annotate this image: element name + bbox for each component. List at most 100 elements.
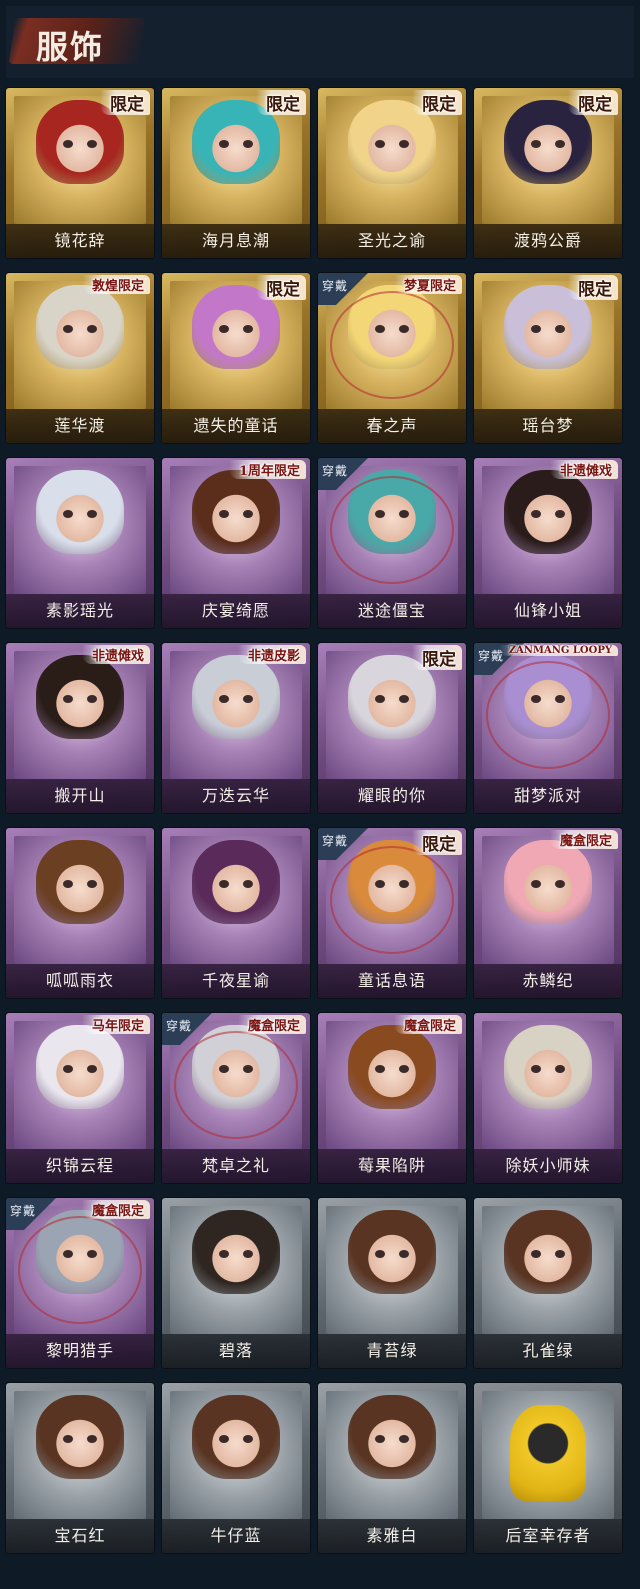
worn-tag-label: 穿戴 xyxy=(166,1019,193,1033)
character-eyes xyxy=(375,1065,409,1073)
costume-card[interactable]: 穿戴 限定 童话息语 xyxy=(318,828,466,998)
worn-tag: 穿戴 xyxy=(162,1013,220,1045)
character-eyes xyxy=(63,1065,97,1073)
costume-name: 搬开山 xyxy=(54,786,106,805)
worn-ring-decoration xyxy=(330,476,454,584)
costume-card[interactable]: 呱呱雨衣 xyxy=(6,828,154,998)
costume-name: 瑶台梦 xyxy=(522,416,574,435)
costume-name: 童话息语 xyxy=(357,971,426,990)
costume-card[interactable]: 穿戴 迷途僵宝 xyxy=(318,458,466,628)
costume-card[interactable]: 穿戴 魔盒限定黎明猎手 xyxy=(6,1198,154,1368)
costume-card[interactable]: 千夜星谕 xyxy=(162,828,310,998)
costume-card[interactable]: 素影瑶光 xyxy=(6,458,154,628)
costume-card[interactable]: 非遗傩戏仙锋小姐 xyxy=(474,458,622,628)
costume-name: 海月息潮 xyxy=(201,231,270,250)
costume-name: 耀眼的你 xyxy=(357,786,426,805)
character-eyes xyxy=(219,1250,253,1258)
worn-tag: 穿戴 xyxy=(318,828,376,860)
limited-badge: 魔盒限定 xyxy=(237,1015,306,1034)
character-eyes xyxy=(63,695,97,703)
costume-card[interactable]: 宝石红 xyxy=(6,1383,154,1553)
costume-name: 春之声 xyxy=(366,416,418,435)
costume-name: 织锦云程 xyxy=(45,1156,114,1175)
character-eyes xyxy=(219,880,253,888)
costume-card[interactable]: 马年限定织锦云程 xyxy=(6,1013,154,1183)
costume-name: 后室幸存者 xyxy=(505,1526,591,1545)
costume-card[interactable]: 魔盒限定莓果陷阱 xyxy=(318,1013,466,1183)
limited-badge: ZANMANG LOOPY xyxy=(498,645,618,656)
costume-name: 素雅白 xyxy=(366,1526,418,1545)
limited-badge: 魔盒限定 xyxy=(549,830,618,849)
costume-card[interactable]: 牛仔蓝 xyxy=(162,1383,310,1553)
costume-card[interactable]: 孔雀绿 xyxy=(474,1198,622,1368)
costume-card[interactable]: 碧落 xyxy=(162,1198,310,1368)
costume-card[interactable]: 青苔绿 xyxy=(318,1198,466,1368)
costume-card[interactable]: 非遗皮影万迭云华 xyxy=(162,643,310,813)
costume-card[interactable]: 限定耀眼的你 xyxy=(318,643,466,813)
character-eyes xyxy=(219,325,253,333)
costume-name: 莓果陷阱 xyxy=(357,1156,426,1175)
costume-name: 万迭云华 xyxy=(201,786,270,805)
costume-card[interactable]: 穿戴 梦夏限定春之声 xyxy=(318,273,466,443)
limited-badge: 魔盒限定 xyxy=(81,1200,150,1219)
costume-name: 千夜星谕 xyxy=(201,971,270,990)
character-eyes xyxy=(375,1250,409,1258)
costume-name: 莲华渡 xyxy=(54,416,106,435)
limited-badge: 1周年限定 xyxy=(228,460,306,479)
limited-badge: 非遗皮影 xyxy=(237,645,306,664)
costume-card[interactable]: 限定 瑶台梦 xyxy=(474,273,622,443)
character-eyes xyxy=(63,140,97,148)
costume-card[interactable]: 除妖小师妹 xyxy=(474,1013,622,1183)
worn-tag: 穿戴 xyxy=(318,458,376,490)
costume-card[interactable]: 非遗傩戏 搬开山 xyxy=(6,643,154,813)
worn-tag-label: 穿戴 xyxy=(322,464,349,478)
worn-tag: 穿戴 xyxy=(318,273,376,305)
character-eyes xyxy=(531,880,565,888)
costume-card[interactable]: 穿戴 ZANMANG LOOPY 甜梦派对 xyxy=(474,643,622,813)
costume-card[interactable]: 后室幸存者 xyxy=(474,1383,622,1553)
worn-ring-decoration xyxy=(486,661,610,769)
character-eyes xyxy=(375,1435,409,1443)
costume-card[interactable]: 限定 渡鸦公爵 xyxy=(474,88,622,258)
costume-name: 梵卓之礼 xyxy=(201,1156,270,1175)
costume-card[interactable]: 限定 遗失的童话 xyxy=(162,273,310,443)
costume-card[interactable]: 1周年限定庆宴绮愿 xyxy=(162,458,310,628)
limited-badge: 限定 xyxy=(568,90,618,115)
limited-badge: 限定 xyxy=(412,645,462,670)
character-eyes xyxy=(219,510,253,518)
costume-card[interactable]: 素雅白 xyxy=(318,1383,466,1553)
limited-badge: 限定 xyxy=(412,90,462,115)
limited-badge: 非遗傩戏 xyxy=(549,460,618,479)
character-eyes xyxy=(531,1065,565,1073)
worn-tag-label: 穿戴 xyxy=(322,279,349,293)
character-eyes xyxy=(375,140,409,148)
costume-name: 镜花辞 xyxy=(54,231,106,250)
costume-card[interactable]: 敦煌限定 莲华渡 xyxy=(6,273,154,443)
costume-card[interactable]: 限定 镜花辞 xyxy=(6,88,154,258)
costume-name: 仙锋小姐 xyxy=(513,601,582,620)
costume-name: 素影瑶光 xyxy=(45,601,114,620)
costume-card[interactable]: 限定 海月息潮 xyxy=(162,88,310,258)
costume-name: 庆宴绮愿 xyxy=(201,601,270,620)
costume-name: 孔雀绿 xyxy=(522,1341,574,1360)
worn-ring-decoration xyxy=(330,846,454,954)
character-eyes xyxy=(219,140,253,148)
costume-name: 黎明猎手 xyxy=(45,1341,114,1360)
costume-name: 青苔绿 xyxy=(366,1341,418,1360)
worn-tag-label: 穿戴 xyxy=(10,1204,37,1218)
limited-badge: 魔盒限定 xyxy=(393,1015,462,1034)
character-eyes xyxy=(63,325,97,333)
worn-tag-label: 穿戴 xyxy=(322,834,349,848)
limited-badge: 梦夏限定 xyxy=(393,275,462,294)
limited-badge: 马年限定 xyxy=(81,1015,150,1034)
character-eyes xyxy=(219,1435,253,1443)
costume-name: 除妖小师妹 xyxy=(505,1156,591,1175)
costume-name: 甜梦派对 xyxy=(513,786,582,805)
costume-name: 赤鳞纪 xyxy=(522,971,574,990)
costume-card[interactable]: 限定 圣光之谕 xyxy=(318,88,466,258)
costume-card[interactable]: 穿戴 魔盒限定梵卓之礼 xyxy=(162,1013,310,1183)
character-eyes xyxy=(531,1250,565,1258)
character-eyes xyxy=(63,510,97,518)
costume-card[interactable]: 魔盒限定赤鳞纪 xyxy=(474,828,622,998)
costume-grid: 限定 镜花辞 限定 海月息潮 限定 圣光之谕 限定 渡鸦公爵 敦煌限定 莲华渡 限定 遗失的童话 穿戴梦… xyxy=(0,0,640,1589)
